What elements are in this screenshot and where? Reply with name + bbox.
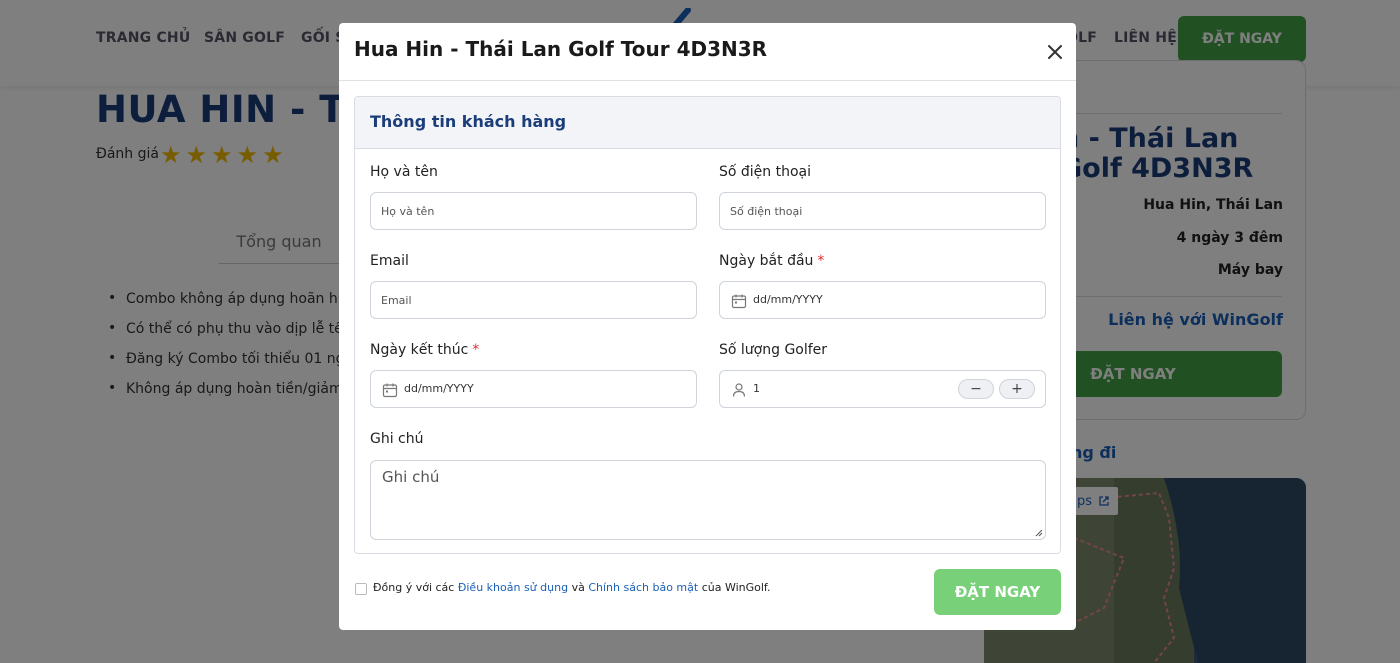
terms-link[interactable]: Điều khoản sử dụng (458, 581, 568, 594)
email-label: Email (370, 253, 409, 269)
name-field-wrapper (370, 192, 697, 230)
start-date-field[interactable]: dd/mm/YYYY (719, 281, 1046, 319)
increment-button[interactable]: + (999, 379, 1035, 399)
name-field[interactable] (371, 193, 696, 229)
start-date-value: dd/mm/YYYY (753, 293, 823, 306)
golfer-count-field: 1 − + (719, 370, 1046, 408)
modal-header: Hua Hin - Thái Lan Golf Tour 4D3N3R (339, 23, 1076, 81)
resize-handle-icon[interactable] (1035, 529, 1043, 537)
email-field-wrapper (370, 281, 697, 319)
section-title: Thông tin khách hàng (370, 112, 567, 131)
email-field[interactable] (371, 282, 696, 318)
golfer-count-label: Số lượng Golfer (719, 342, 828, 358)
close-icon[interactable] (1043, 40, 1067, 64)
customer-info-card: Thông tin khách hàng Họ và tên Số điện t… (354, 96, 1061, 554)
end-date-label: Ngày kết thúc * (370, 342, 480, 358)
book-now-button[interactable]: ĐẶT NGAY (934, 569, 1061, 615)
privacy-link[interactable]: Chính sách bảo mật (588, 581, 698, 594)
required-marker: * (472, 342, 480, 358)
start-date-label: Ngày bắt đầu * (719, 253, 825, 269)
phone-label: Số điện thoại (719, 164, 812, 180)
required-marker: * (817, 253, 825, 269)
notes-label: Ghi chú (370, 431, 424, 447)
notes-field-wrapper (370, 460, 1046, 540)
calendar-icon (382, 383, 398, 398)
phone-field[interactable] (720, 193, 1045, 229)
booking-modal: Hua Hin - Thái Lan Golf Tour 4D3N3R Thôn… (339, 23, 1076, 630)
modal-title: Hua Hin - Thái Lan Golf Tour 4D3N3R (354, 37, 768, 61)
golfer-count-value[interactable]: 1 (753, 382, 760, 395)
decrement-button[interactable]: − (958, 379, 994, 399)
phone-field-wrapper (719, 192, 1046, 230)
end-date-value: dd/mm/YYYY (404, 382, 474, 395)
name-label: Họ và tên (370, 164, 438, 180)
user-icon (732, 383, 746, 397)
agree-text: Đồng ý với các Điều khoản sử dụng và Chí… (373, 581, 771, 594)
end-date-field[interactable]: dd/mm/YYYY (370, 370, 697, 408)
calendar-icon (731, 294, 747, 309)
customer-info-header: Thông tin khách hàng (355, 97, 1060, 149)
notes-field[interactable] (371, 461, 1045, 539)
agree-checkbox[interactable] (355, 583, 367, 595)
